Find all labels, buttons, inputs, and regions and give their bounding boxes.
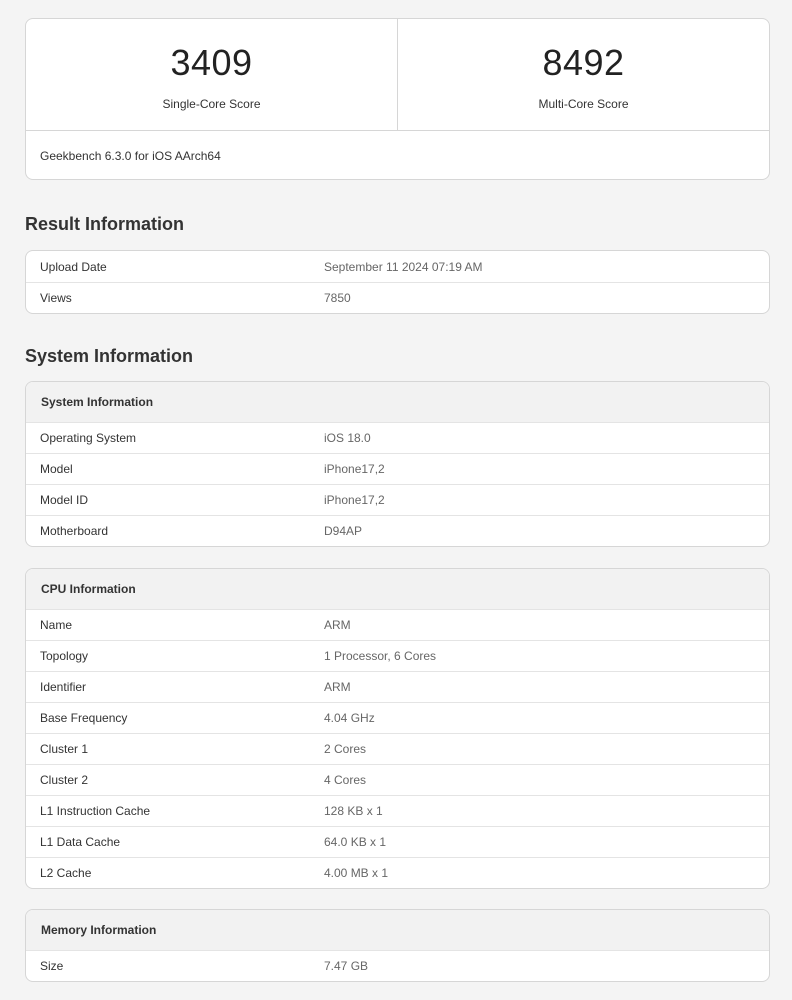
- row-key: Model ID: [40, 493, 89, 507]
- row-value: 7.47 GB: [324, 959, 369, 973]
- table-row: Topology 1 Processor, 6 Cores: [26, 640, 769, 671]
- table-row: L1 Data Cache 64.0 KB x 1: [26, 826, 769, 857]
- row-key: L2 Cache: [40, 866, 92, 880]
- table-row: Size 7.47 GB: [26, 950, 769, 981]
- table-row: Cluster 2 4 Cores: [26, 764, 769, 795]
- system-information-header: System Information: [26, 382, 769, 422]
- multi-core-cell: 8492 Multi-Core Score: [397, 19, 769, 130]
- row-key: Model: [40, 462, 73, 476]
- row-value: 2 Cores: [324, 742, 367, 756]
- row-value: ARM: [324, 680, 351, 694]
- table-row: Base Frequency 4.04 GHz: [26, 702, 769, 733]
- table-row: Operating System iOS 18.0: [26, 422, 769, 453]
- row-key: Cluster 2: [40, 773, 89, 787]
- table-row: Upload Date September 11 2024 07:19 AM: [26, 251, 769, 282]
- memory-information-card: Memory Information Size 7.47 GB: [25, 909, 770, 982]
- single-core-label: Single-Core Score: [162, 97, 261, 111]
- row-value: iOS 18.0: [324, 431, 371, 445]
- cpu-information-header: CPU Information: [26, 569, 769, 609]
- table-row: Identifier ARM: [26, 671, 769, 702]
- multi-core-label: Multi-Core Score: [538, 97, 629, 111]
- row-value: iPhone17,2: [324, 462, 385, 476]
- table-row: Model ID iPhone17,2: [26, 484, 769, 515]
- row-value: 4.04 GHz: [324, 711, 375, 725]
- row-key: L1 Data Cache: [40, 835, 121, 849]
- row-value: ARM: [324, 618, 351, 632]
- system-information-title: System Information: [25, 346, 194, 366]
- row-key: Views: [40, 291, 72, 305]
- row-value: 64.0 KB x 1: [324, 835, 387, 849]
- score-card: 3409 Single-Core Score 8492 Multi-Core S…: [25, 18, 770, 180]
- table-row: Cluster 1 2 Cores: [26, 733, 769, 764]
- system-rows: Operating System iOS 18.0 Model iPhone17…: [26, 422, 769, 546]
- row-value: 4.00 MB x 1: [324, 866, 389, 880]
- result-rows: Upload Date September 11 2024 07:19 AM V…: [26, 251, 769, 313]
- row-key: Upload Date: [40, 259, 107, 274]
- row-key: Motherboard: [40, 524, 109, 538]
- row-value: September 11 2024 07:19 AM: [324, 259, 483, 274]
- geekbench-version: Geekbench 6.3.0 for iOS AArch64: [40, 149, 221, 163]
- single-core-score: 3409: [170, 42, 253, 83]
- row-key: L1 Instruction Cache: [40, 804, 151, 818]
- table-row: Name ARM: [26, 609, 769, 640]
- memory-rows: Size 7.47 GB: [26, 950, 769, 981]
- table-row: Motherboard D94AP: [26, 515, 769, 546]
- cpu-information-card: CPU Information Name ARM Topology 1 Proc…: [25, 568, 770, 889]
- row-key: Base Frequency: [40, 711, 128, 725]
- result-information-title: Result Information: [25, 214, 185, 234]
- system-information-card: System Information Operating System iOS …: [25, 381, 770, 547]
- row-key: Identifier: [40, 680, 87, 694]
- result-information-card: Upload Date September 11 2024 07:19 AM V…: [25, 250, 770, 314]
- row-key: Size: [40, 959, 64, 973]
- row-value: 1 Processor, 6 Cores: [324, 649, 437, 663]
- table-row: L2 Cache 4.00 MB x 1: [26, 857, 769, 888]
- table-row: L1 Instruction Cache 128 KB x 1: [26, 795, 769, 826]
- row-value: iPhone17,2: [324, 493, 385, 507]
- multi-core-score: 8492: [542, 42, 625, 83]
- table-row: Model iPhone17,2: [26, 453, 769, 484]
- row-key: Operating System: [40, 431, 137, 445]
- row-value: 4 Cores: [324, 773, 367, 787]
- row-key: Name: [40, 618, 73, 632]
- scores-row: 3409 Single-Core Score 8492 Multi-Core S…: [26, 19, 769, 131]
- row-value: D94AP: [324, 524, 363, 538]
- single-core-cell: 3409 Single-Core Score: [26, 19, 397, 130]
- cpu-rows: Name ARM Topology 1 Processor, 6 Cores I…: [26, 609, 769, 888]
- row-key: Cluster 1: [40, 742, 89, 756]
- row-value: 128 KB x 1: [324, 804, 383, 818]
- table-row: Views 7850: [26, 282, 769, 313]
- row-value: 7850: [324, 291, 351, 305]
- memory-information-header: Memory Information: [26, 910, 769, 950]
- row-key: Topology: [40, 649, 89, 663]
